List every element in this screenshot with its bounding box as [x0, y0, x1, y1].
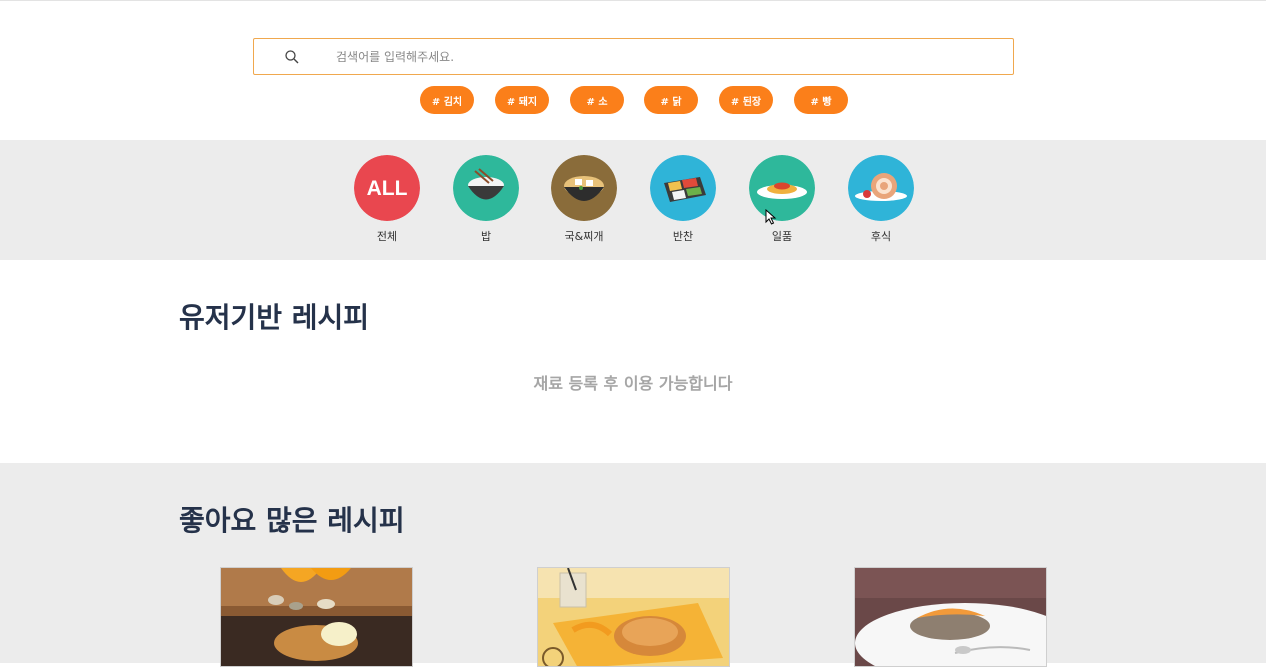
- search-bar[interactable]: [253, 38, 1014, 75]
- category-label: 밥: [480, 230, 492, 243]
- recipe-image: [221, 568, 412, 666]
- empty-message: 재료 등록 후 이용 가능합니다: [533, 374, 733, 393]
- category-side-dish[interactable]: 반찬: [648, 155, 718, 244]
- section-title: 좋아요 많은 레시피: [179, 504, 405, 537]
- all-icon: ALL: [354, 155, 420, 221]
- hashtag-list: # 김치 # 돼지 # 소 # 닭 # 된장 # 빵: [420, 86, 860, 114]
- mouse-cursor-icon: [765, 209, 777, 225]
- recipe-image: [855, 568, 1046, 666]
- category-label: 국&찌개: [564, 230, 604, 243]
- search-input[interactable]: [336, 45, 986, 69]
- tag-kimchi[interactable]: # 김치: [420, 86, 474, 114]
- category-label: 전체: [376, 230, 398, 243]
- svg-text:ALL: ALL: [367, 177, 408, 200]
- side-dish-icon: [650, 155, 716, 221]
- tag-pork[interactable]: # 돼지: [495, 86, 549, 114]
- liked-recipes-section: 좋아요 많은 레시피: [0, 463, 1266, 667]
- tag-beef[interactable]: # 소: [570, 86, 624, 114]
- search-header: # 김치 # 돼지 # 소 # 닭 # 된장 # 빵: [0, 0, 1266, 140]
- category-dessert[interactable]: 후식: [846, 155, 916, 244]
- cake-roll-icon: [848, 155, 914, 221]
- recipe-card[interactable]: [854, 567, 1047, 667]
- category-label: 후식: [870, 230, 892, 243]
- category-label: 반찬: [672, 230, 694, 243]
- category-all[interactable]: ALL 전체: [352, 155, 422, 244]
- category-label: 일품: [771, 230, 793, 243]
- category-soup[interactable]: 국&찌개: [549, 155, 619, 244]
- tag-bread[interactable]: # 빵: [794, 86, 848, 114]
- tag-doenjang[interactable]: # 된장: [719, 86, 773, 114]
- recipe-card[interactable]: [220, 567, 413, 667]
- category-main-dish[interactable]: 일품: [747, 155, 817, 244]
- user-recipes-section: 유저기반 레시피 재료 등록 후 이용 가능합니다: [0, 260, 1266, 463]
- recipe-image: [538, 568, 729, 666]
- category-rice[interactable]: 밥: [451, 155, 521, 244]
- section-title: 유저기반 레시피: [179, 301, 370, 334]
- category-bar: ALL 전체 밥 국&찌개 반찬 일품 후식: [0, 140, 1266, 260]
- soup-icon: [551, 155, 617, 221]
- pasta-icon: [749, 155, 815, 221]
- rice-bowl-icon: [453, 155, 519, 221]
- tag-chicken[interactable]: # 닭: [644, 86, 698, 114]
- search-icon[interactable]: [284, 49, 300, 65]
- recipe-card[interactable]: [537, 567, 730, 667]
